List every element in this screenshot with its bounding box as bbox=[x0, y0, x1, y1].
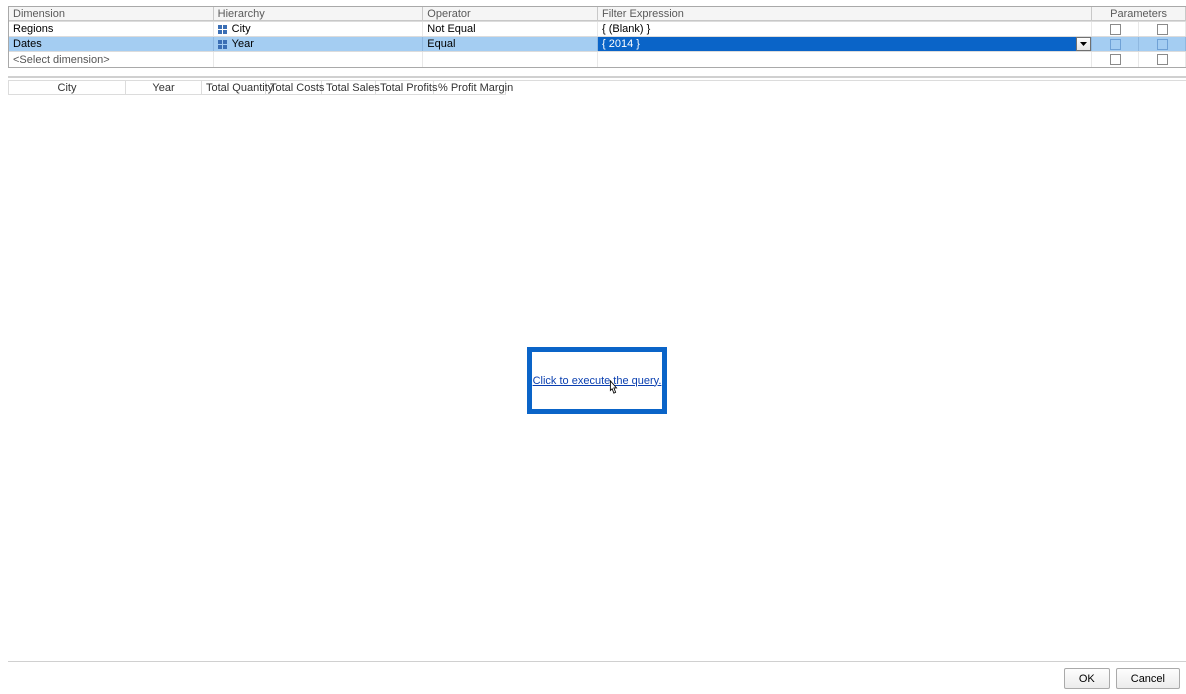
cell-hierarchy-empty[interactable] bbox=[214, 52, 424, 67]
result-col[interactable]: City bbox=[8, 81, 126, 95]
checkbox-icon[interactable] bbox=[1110, 39, 1121, 50]
result-col[interactable]: % Profit Margin bbox=[434, 81, 506, 95]
checkbox-icon[interactable] bbox=[1157, 54, 1168, 65]
checkbox-icon[interactable] bbox=[1110, 24, 1121, 35]
cell-expression-edit[interactable] bbox=[598, 37, 1092, 51]
dialog-button-bar: OK Cancel bbox=[1064, 668, 1180, 689]
cell-operator[interactable]: Equal bbox=[423, 37, 598, 51]
cell-operator[interactable]: Not Equal bbox=[423, 22, 598, 36]
hierarchy-icon bbox=[218, 39, 228, 49]
cell-param-chk2[interactable] bbox=[1139, 52, 1186, 67]
chevron-down-icon bbox=[1080, 42, 1087, 46]
cell-hierarchy[interactable]: Year bbox=[214, 37, 424, 51]
hierarchy-text: City bbox=[232, 22, 251, 36]
checkbox-icon[interactable] bbox=[1110, 54, 1121, 65]
filter-row-new[interactable]: <Select dimension> bbox=[9, 52, 1186, 67]
result-col[interactable]: Total Sales bbox=[322, 81, 376, 95]
cell-param-chk1[interactable] bbox=[1092, 37, 1139, 51]
hierarchy-icon bbox=[218, 24, 228, 34]
cell-param-chk1[interactable] bbox=[1092, 52, 1139, 67]
cell-dimension[interactable]: Dates bbox=[9, 37, 214, 51]
result-col[interactable]: Year bbox=[126, 81, 202, 95]
result-col[interactable]: Total Profits bbox=[376, 81, 434, 95]
cancel-button[interactable]: Cancel bbox=[1116, 668, 1180, 689]
section-divider bbox=[8, 76, 1186, 78]
expression-dropdown-button[interactable] bbox=[1076, 37, 1091, 51]
col-header-dimension[interactable]: Dimension bbox=[9, 7, 214, 21]
filter-row-selected[interactable]: Dates Year Equal bbox=[9, 37, 1186, 52]
hierarchy-text: Year bbox=[232, 37, 254, 51]
checkbox-icon[interactable] bbox=[1157, 39, 1168, 50]
result-col[interactable]: Total Quantity bbox=[202, 81, 266, 95]
execute-query-link[interactable]: Click to execute the query. bbox=[533, 375, 662, 387]
filter-row[interactable]: Regions City Not Equal { (Blank) } bbox=[9, 22, 1186, 37]
cell-param-chk2[interactable] bbox=[1139, 37, 1186, 51]
cell-operator-empty[interactable] bbox=[423, 52, 598, 67]
checkbox-icon[interactable] bbox=[1157, 24, 1168, 35]
cell-hierarchy[interactable]: City bbox=[214, 22, 424, 36]
select-dimension-placeholder[interactable]: <Select dimension> bbox=[9, 52, 214, 67]
cell-expression[interactable]: { (Blank) } bbox=[598, 22, 1092, 36]
result-columns-header: City Year Total Quantity Total Costs Tot… bbox=[8, 80, 1186, 95]
col-header-hierarchy[interactable]: Hierarchy bbox=[214, 7, 424, 21]
filter-grid: Dimension Hierarchy Operator Filter Expr… bbox=[8, 6, 1186, 68]
cell-dimension[interactable]: Regions bbox=[9, 22, 214, 36]
cell-param-chk1[interactable] bbox=[1092, 22, 1139, 36]
col-header-parameters[interactable]: Parameters bbox=[1092, 7, 1186, 21]
expression-input[interactable] bbox=[598, 37, 1076, 51]
col-header-expression[interactable]: Filter Expression bbox=[598, 7, 1092, 21]
execute-query-box: Click to execute the query. bbox=[527, 347, 667, 414]
cell-param-chk2[interactable] bbox=[1139, 22, 1186, 36]
col-header-operator[interactable]: Operator bbox=[423, 7, 598, 21]
ok-button[interactable]: OK bbox=[1064, 668, 1110, 689]
cell-expression-empty[interactable] bbox=[598, 52, 1092, 67]
filter-header-row: Dimension Hierarchy Operator Filter Expr… bbox=[9, 7, 1186, 22]
result-col[interactable]: Total Costs bbox=[266, 81, 322, 95]
bottom-divider bbox=[8, 661, 1186, 662]
